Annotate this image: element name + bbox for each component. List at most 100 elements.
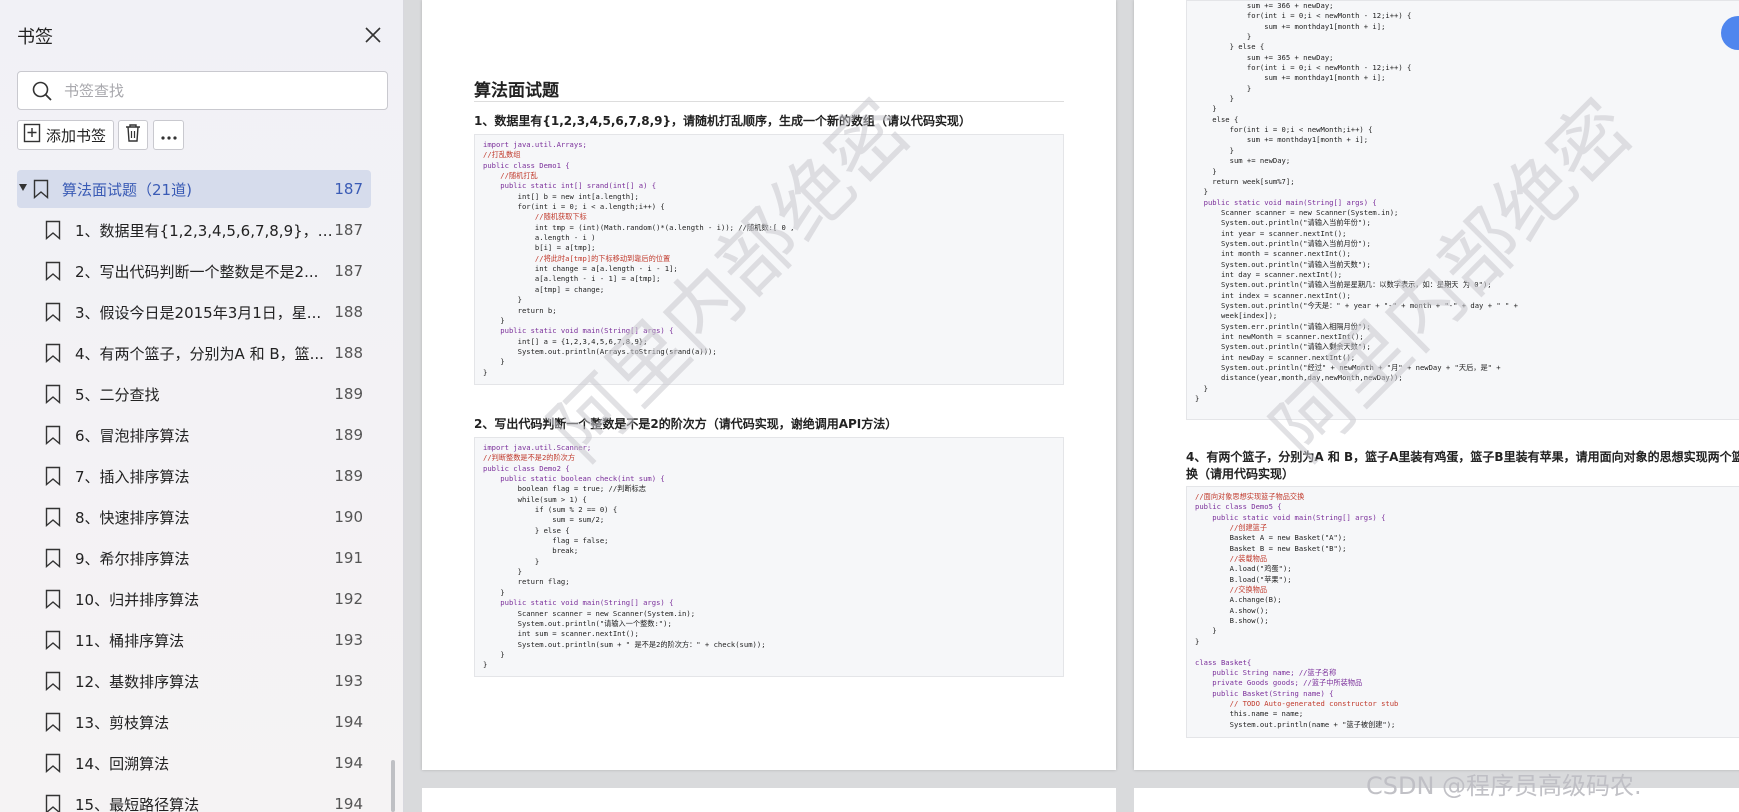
code-line: Basket B = new Basket("B"); xyxy=(1195,543,1347,553)
code-line: //交换物品 xyxy=(1195,585,1268,595)
bookmark-label: 5、二分查找 xyxy=(75,385,160,404)
code-line: boolean flag = true; //判断标志 xyxy=(483,484,646,494)
bookmark-page-number: 190 xyxy=(334,508,363,526)
bookmark-icon xyxy=(45,302,61,323)
bookmark-item[interactable]: 14、回溯算法 194 xyxy=(17,744,371,782)
bookmark-label: 4、有两个篮子，分别为A 和 B，篮... xyxy=(75,344,324,363)
code-line: a.length - i ) xyxy=(483,233,596,243)
code-line: } xyxy=(483,556,540,566)
search-icon xyxy=(31,80,53,102)
code-block-2: import java.util.Scanner;//判断整数是不是2的阶次方 p… xyxy=(474,437,1064,677)
delete-bookmark-button[interactable] xyxy=(118,120,148,150)
code-block-4: //面向对象思想实现篮子物品交换 public class Demo5 { pub… xyxy=(1186,486,1739,738)
document-page-left: 算法面试题 1、数据里有{1,2,3,4,5,6,7,8,9}，请随机打乱顺序，… xyxy=(422,0,1116,770)
bookmark-item[interactable]: 1、数据里有{1,2,3,4,5,6,7,8,9}，请... 187 xyxy=(17,211,371,249)
code-line: } xyxy=(1195,104,1217,114)
bookmark-label: 10、归并排序算法 xyxy=(75,590,200,609)
bookmark-item[interactable]: 13、剪枝算法 194 xyxy=(17,703,371,741)
question-1: 1、数据里有{1,2,3,4,5,6,7,8,9}，请随机打乱顺序，生成一个新的… xyxy=(474,114,972,128)
page-heading: 算法面试题 xyxy=(474,81,559,101)
bookmark-item[interactable]: 8、快速排序算法 190 xyxy=(17,498,371,536)
code-line: System.out.println(sum + " 是不是2的阶次方：" + … xyxy=(483,639,766,649)
code-line: public static int[] srand(int[] a) { xyxy=(483,181,657,191)
code-block-1: import java.util.Arrays;//打乱数组 public cla… xyxy=(474,134,1064,385)
code-line: System.out.println("请输入当前天数"); xyxy=(1195,259,1371,269)
code-line: B.load("苹果"); xyxy=(1195,574,1292,584)
code-line: } xyxy=(1195,383,1208,393)
code-line: A.change(B); xyxy=(1195,595,1282,605)
document-page-right: sum += 366 + newDay; for(int i = 0;i < n… xyxy=(1134,0,1739,770)
question-4-line1: 4、有两个篮子，分别为A 和 B，篮子A里装有鸡蛋，篮子B里装有苹果，请用面向对… xyxy=(1186,450,1739,464)
bookmark-icon xyxy=(33,179,49,200)
code-line: flag = false; xyxy=(483,536,609,546)
bookmark-item[interactable]: 2、写出代码判断一个整数是不是2... 187 xyxy=(17,252,371,290)
bookmark-search-box[interactable] xyxy=(17,71,388,110)
code-line: sum += newDay; xyxy=(1195,156,1291,166)
bookmark-label: 9、希尔排序算法 xyxy=(75,549,190,568)
bookmark-item[interactable]: 6、冒泡排序算法 189 xyxy=(17,416,371,454)
close-icon[interactable] xyxy=(362,24,384,46)
code-line: b[i] = a[tmp]; xyxy=(483,243,596,253)
code-line: int sum = scanner.nextInt(); xyxy=(483,629,639,639)
bookmark-label: 2、写出代码判断一个整数是不是2... xyxy=(75,262,319,281)
code-line: this.name = name; xyxy=(1195,709,1304,719)
bookmark-item[interactable]: 4、有两个篮子，分别为A 和 B，篮... 188 xyxy=(17,334,371,372)
code-line: } xyxy=(483,357,505,367)
bookmark-item[interactable]: 10、归并排序算法 192 xyxy=(17,580,371,618)
bookmark-page-number: 189 xyxy=(334,385,363,403)
code-line: sum += monthday1[month + i]; xyxy=(1195,73,1386,83)
code-line: int[] a = {1,2,3,4,5,6,7,8,9}; xyxy=(483,336,648,346)
code-line: a[tmp] = change; xyxy=(483,284,605,294)
code-line: public static void main(String[] args) { xyxy=(1195,512,1386,522)
sidebar-scrollbar[interactable] xyxy=(391,760,395,812)
code-line: } xyxy=(483,567,522,577)
question-2: 2、写出代码判断一个整数是不是2的阶次方（请代码实现，谢绝调用API方法） xyxy=(474,417,898,431)
code-line: } xyxy=(1195,83,1252,93)
code-line: } xyxy=(1195,626,1217,636)
bookmark-label: 14、回溯算法 xyxy=(75,754,170,773)
code-line: distance(year,month,day,newMonth,newDay)… xyxy=(1195,373,1403,383)
code-line: Basket A = new Basket("A"); xyxy=(1195,533,1347,543)
code-line: else { xyxy=(1195,114,1239,124)
heading-divider xyxy=(474,101,1064,102)
code-line: System.out.println("今天是：" + year + "-" +… xyxy=(1195,300,1519,310)
bookmark-page-number: 189 xyxy=(334,467,363,485)
bookmark-icon xyxy=(45,343,61,364)
code-line: break; xyxy=(483,546,579,556)
code-line: int year = scanner.nextInt(); xyxy=(1195,228,1347,238)
code-line: public class Demo2 { xyxy=(483,463,570,473)
bookmark-item[interactable]: 11、桶排序算法 193 xyxy=(17,621,371,659)
add-bookmark-button[interactable]: 添加书签 xyxy=(17,120,114,150)
bookmark-icon xyxy=(45,507,61,528)
bookmark-item[interactable]: 9、希尔排序算法 191 xyxy=(17,539,371,577)
bookmark-icon xyxy=(45,220,61,241)
bookmark-page-number: 193 xyxy=(334,672,363,690)
code-line: int month = scanner.nextInt(); xyxy=(1195,249,1351,259)
bookmark-item-section[interactable]: 算法面试题（21道) 187 xyxy=(17,170,371,208)
bookmark-page-number: 193 xyxy=(334,631,363,649)
bookmark-label: 算法面试题（21道) xyxy=(62,180,192,199)
bookmark-item[interactable]: 12、基数排序算法 193 xyxy=(17,662,371,700)
more-options-button[interactable] xyxy=(153,120,184,150)
code-line: } xyxy=(483,649,505,659)
code-line: B.show(); xyxy=(1195,616,1269,626)
bookmark-item[interactable]: 15、最短路径算法 194 xyxy=(17,785,371,812)
bookmark-item[interactable]: 7、插入排序算法 189 xyxy=(17,457,371,495)
code-line: public Basket(String name) { xyxy=(1195,688,1334,698)
bookmark-item[interactable]: 5、二分查找 189 xyxy=(17,375,371,413)
code-line: int day = scanner.nextInt(); xyxy=(1195,269,1343,279)
code-line: int tmp = (int)(Math.random()*(a.length … xyxy=(483,222,795,232)
code-line: for(int i = 0; i < a.length;i++) { xyxy=(483,202,665,212)
bookmark-label: 13、剪枝算法 xyxy=(75,713,170,732)
code-line: } xyxy=(483,367,488,377)
bookmark-search-input[interactable] xyxy=(64,80,364,102)
bookmark-item[interactable]: 3、假设今日是2015年3月1日，星... 188 xyxy=(17,293,371,331)
code-line: for(int i = 0;i < newMonth;i++) { xyxy=(1195,125,1373,135)
bookmark-icon xyxy=(45,384,61,405)
bookmark-page-number: 187 xyxy=(334,262,363,280)
bookmark-page-number: 192 xyxy=(334,590,363,608)
code-line: for(int i = 0;i < newMonth - 12;i++) { xyxy=(1195,63,1412,73)
next-page-right xyxy=(1134,788,1739,812)
chevron-down-icon[interactable] xyxy=(19,184,27,191)
